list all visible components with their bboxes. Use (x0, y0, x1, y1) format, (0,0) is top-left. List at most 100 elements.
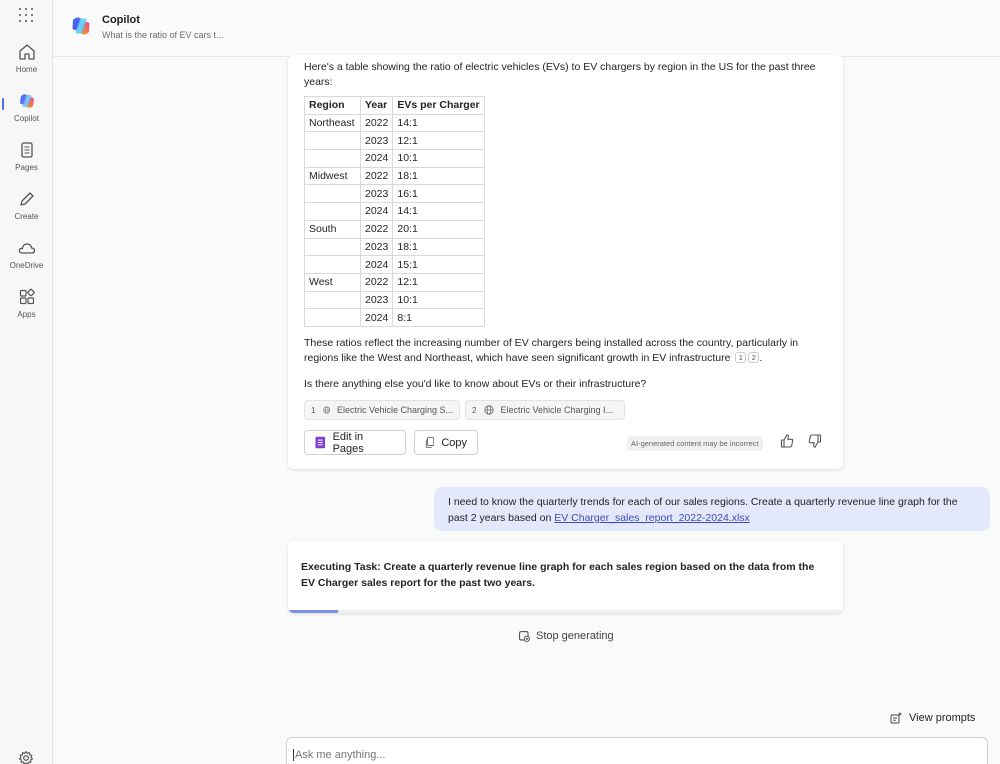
table-cell: 10:1 (392, 290, 485, 310)
table-cell: 2023 (359, 184, 394, 204)
thumbs-down-icon[interactable] (807, 433, 823, 449)
table-cell: 8:1 (392, 308, 485, 327)
conversation-title: What is the ratio of EV cars t... (102, 30, 224, 40)
table-cell: South (304, 219, 361, 239)
copy-button[interactable]: Copy (414, 430, 478, 455)
thumbs-up-icon[interactable] (779, 433, 795, 449)
app-launcher-icon[interactable] (19, 8, 33, 22)
rail-item-label: Pages (15, 163, 38, 172)
table-header: Region (304, 96, 361, 115)
stop-generating-label: Stop generating (536, 630, 614, 642)
globe-icon (484, 405, 495, 415)
chat-input[interactable] (293, 749, 973, 761)
reference-chip-2[interactable]: 2 Electric Vehicle Charging I... (465, 400, 625, 420)
ai-disclaimer: AI-generated content may be incorrect (627, 436, 763, 451)
copy-icon (425, 437, 435, 448)
executing-task-text: Executing Task: Create a quarterly reven… (301, 561, 815, 589)
view-prompts-label: View prompts (909, 711, 976, 724)
rail-item-pages[interactable]: Pages (0, 140, 53, 172)
globe-icon (323, 406, 331, 414)
rail-item-label: OneDrive (9, 261, 44, 270)
table-header: EVs per Charger (392, 96, 485, 115)
task-progress-fill (288, 610, 338, 613)
table-row: 2023 12:1 (304, 131, 485, 151)
chat-input-box[interactable] (286, 737, 988, 764)
table-row: Midwest 2022 18:1 (304, 166, 485, 186)
table-row: 2024 8:1 (304, 308, 485, 327)
edit-in-pages-button[interactable]: Edit in Pages (304, 430, 406, 455)
assistant-response-card: Here's a table showing the ratio of elec… (288, 55, 843, 469)
table-cell: 2023 (359, 290, 394, 310)
cloud-icon (18, 243, 35, 254)
citation-badge[interactable]: 2 (748, 352, 760, 363)
table-cell: 12:1 (392, 272, 485, 292)
table-cell: 14:1 (392, 113, 485, 133)
table-row: Northeast 2022 14:1 (304, 113, 485, 133)
executing-task-card: Executing Task: Create a quarterly reven… (288, 541, 843, 613)
pen-icon (19, 192, 34, 206)
table-cell: 10:1 (392, 149, 485, 168)
table-row: 2023 16:1 (304, 184, 485, 204)
copilot-icon (19, 94, 34, 108)
table-cell: 14:1 (392, 202, 485, 221)
stop-generating-button[interactable]: Stop generating (519, 630, 614, 642)
table-cell: 2024 (359, 255, 394, 274)
pages-icon (315, 436, 326, 449)
table-cell: 2024 (359, 149, 394, 168)
table-cell: 18:1 (392, 166, 485, 186)
task-progress-bar (288, 610, 843, 613)
rail-item-label: Apps (17, 310, 36, 319)
table-cell: 16:1 (392, 184, 485, 204)
attachment-link[interactable]: EV Charger_sales_report_2022-2024.xlsx (554, 512, 750, 524)
table-cell: 2022 (359, 272, 394, 292)
table-cell: 12:1 (392, 131, 485, 151)
table-cell (304, 290, 361, 310)
gear-icon[interactable] (18, 750, 34, 764)
table-cell (304, 255, 361, 274)
reference-label: Electric Vehicle Charging S... (336, 405, 453, 415)
chat-area: Here's a table showing the ratio of elec… (53, 55, 1000, 764)
table-header-row: Region Year EVs per Charger (304, 96, 485, 115)
table-cell: 2023 (359, 131, 394, 151)
table-cell: 15:1 (392, 255, 485, 274)
table-row: 2023 18:1 (304, 237, 485, 257)
table-cell (304, 184, 361, 204)
reference-chip-1[interactable]: 1 Electric Vehicle Charging S... (304, 400, 460, 420)
table-cell: Northeast (304, 113, 361, 133)
user-message-bubble: I need to know the quarterly trends for … (434, 487, 990, 531)
rail-item-home[interactable]: Home (0, 42, 53, 74)
table-cell: 2024 (359, 308, 394, 327)
app-title: Copilot (102, 14, 140, 26)
rail-item-onedrive[interactable]: OneDrive (0, 238, 53, 270)
edit-in-pages-label: Edit in Pages (332, 430, 364, 455)
reference-number: 2 (472, 405, 477, 415)
home-icon (18, 44, 35, 60)
table-cell: 2022 (359, 219, 394, 239)
rail-item-copilot[interactable]: Copilot (0, 91, 53, 123)
reference-label: Electric Vehicle Charging I... (500, 405, 614, 415)
left-rail: Home Copilot Pages Create OneDrive Apps (0, 0, 53, 764)
prompts-icon (890, 712, 902, 724)
table-cell (304, 149, 361, 168)
apps-icon (19, 288, 35, 305)
table-row: 2023 10:1 (304, 290, 485, 310)
pages-icon (20, 142, 33, 158)
table-row: South 2022 20:1 (304, 219, 485, 239)
rail-item-create[interactable]: Create (0, 189, 53, 221)
table-cell: 2022 (359, 113, 394, 133)
rail-item-apps[interactable]: Apps (0, 287, 53, 319)
table-row: 2024 14:1 (304, 202, 485, 221)
table-row: 2024 15:1 (304, 255, 485, 274)
rail-item-label: Home (15, 65, 38, 74)
table-cell: 18:1 (392, 237, 485, 257)
citation-badge[interactable]: 1 (735, 352, 747, 363)
rail-item-label: Copilot (14, 114, 39, 123)
table-cell (304, 202, 361, 221)
app-header: Copilot What is the ratio of EV cars t..… (53, 0, 1000, 57)
view-prompts-button[interactable]: View prompts (890, 711, 975, 724)
table-cell: 2024 (359, 202, 394, 221)
reflection-text: These ratios reflect the increasing numb… (304, 337, 799, 364)
stop-icon (519, 630, 530, 642)
table-header: Year (359, 96, 394, 115)
table-cell: 2022 (359, 166, 394, 186)
